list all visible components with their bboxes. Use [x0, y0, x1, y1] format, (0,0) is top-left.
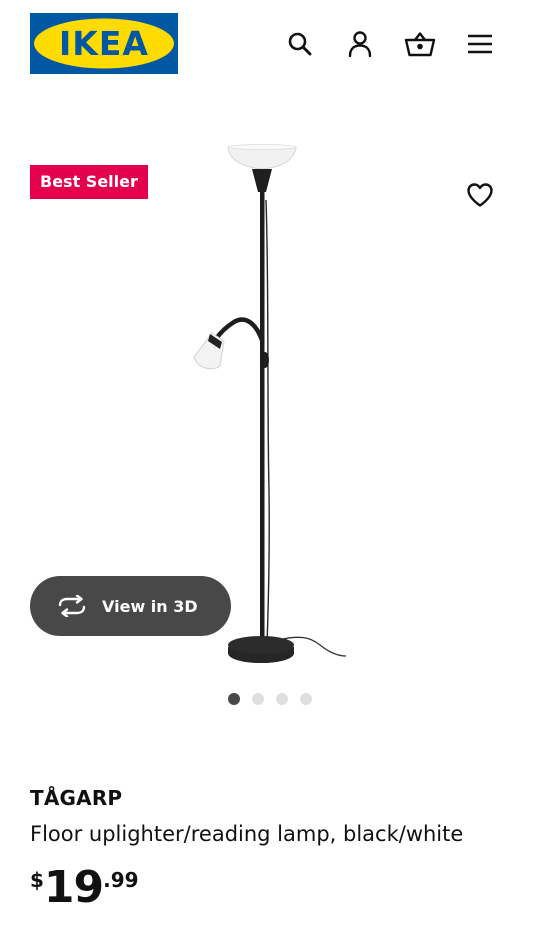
- product-name: TÅGARP: [30, 786, 123, 810]
- svg-text:®: ®: [166, 22, 172, 29]
- basket-icon[interactable]: [402, 26, 438, 62]
- favorite-heart-icon[interactable]: [462, 177, 498, 213]
- carousel-dot-4[interactable]: [300, 693, 312, 705]
- rotate-3d-icon: [56, 594, 88, 618]
- best-seller-badge: Best Seller: [30, 165, 148, 199]
- site-header: IKEA ®: [0, 0, 540, 90]
- carousel-dot-2[interactable]: [252, 693, 264, 705]
- search-icon[interactable]: [282, 26, 318, 62]
- menu-icon[interactable]: [462, 26, 498, 62]
- view-in-3d-label: View in 3D: [102, 596, 198, 616]
- carousel-dot-1[interactable]: [228, 693, 240, 705]
- price-currency: $: [30, 868, 44, 892]
- ikea-logo-graphic: IKEA ®: [30, 13, 178, 74]
- product-price: $ 19 .99: [30, 862, 139, 914]
- logo-text: IKEA: [59, 24, 149, 63]
- user-icon[interactable]: [342, 26, 378, 62]
- carousel-indicators: [228, 693, 312, 705]
- price-decimal: .99: [103, 868, 139, 892]
- product-description: Floor uplighter/reading lamp, black/whit…: [30, 822, 464, 846]
- ikea-logo[interactable]: IKEA ®: [30, 13, 178, 74]
- price-integer: 19: [43, 862, 104, 913]
- carousel-dot-3[interactable]: [276, 693, 288, 705]
- view-in-3d-button[interactable]: View in 3D: [30, 576, 231, 636]
